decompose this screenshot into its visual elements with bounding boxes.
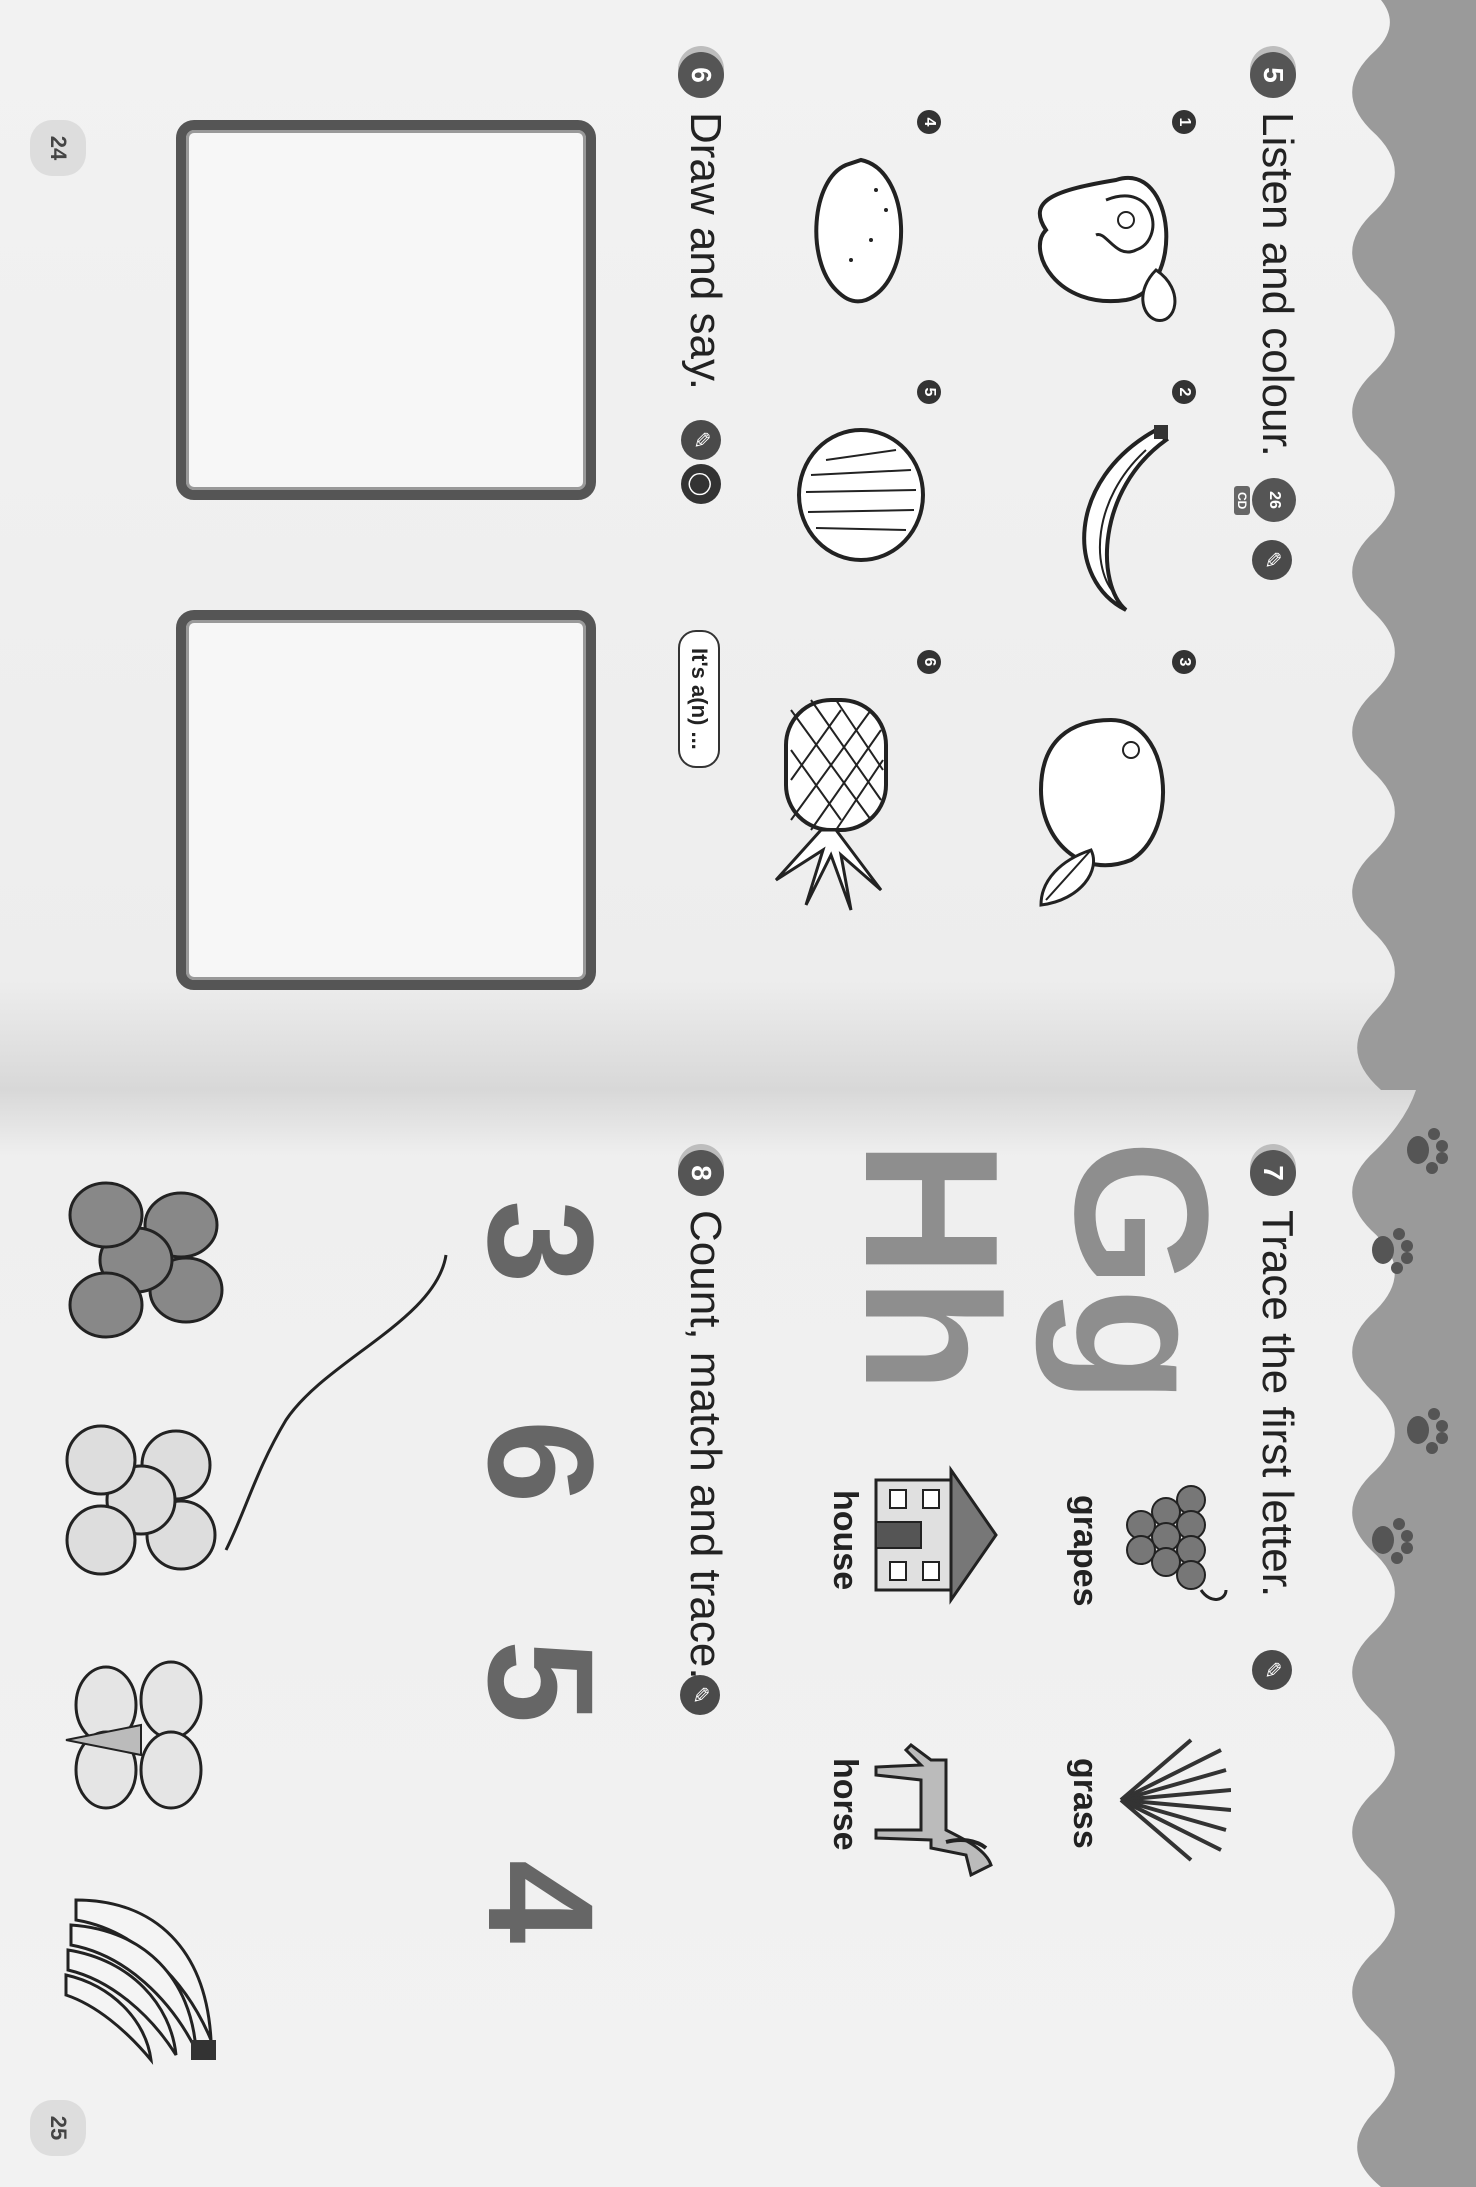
page-number-25: 25 <box>30 2100 86 2156</box>
banana-icon <box>1082 425 1170 612</box>
item-number-6: 6 <box>917 650 941 674</box>
drawing-box-2[interactable] <box>176 610 596 990</box>
speech-bubble: It's a(n) ... <box>678 630 720 768</box>
speech-icon: ◯ <box>681 464 721 504</box>
item-number-1: 1 <box>1172 110 1196 134</box>
exercise-6-number: 6 <box>678 52 724 98</box>
lemon-icon <box>814 157 904 304</box>
stage: 5 Listen and colour. 26 CD ✎ 1 2 3 4 5 6… <box>0 0 1476 2187</box>
mango-icon <box>1038 717 1166 907</box>
item-number-2: 2 <box>1172 380 1196 404</box>
workbook-spread: 5 Listen and colour. 26 CD ✎ 1 2 3 4 5 6… <box>0 0 1476 2187</box>
exercise-5-number: 5 <box>1250 52 1296 98</box>
pencil-icon: ✎ <box>1252 540 1292 580</box>
item-number-5: 5 <box>917 380 941 404</box>
bananas-group-icon <box>64 1898 216 2065</box>
cd-label: CD <box>1234 486 1250 516</box>
wave-border <box>1352 0 1476 1090</box>
pencil-icon: ✎ <box>681 420 721 460</box>
mangoes-group-icon <box>65 1660 203 1810</box>
apple-icon <box>1038 175 1177 322</box>
item-number-3: 3 <box>1172 650 1196 674</box>
coconuts-group-icon <box>68 1181 224 1339</box>
item-number-4: 4 <box>917 110 941 134</box>
drawing-box-1[interactable] <box>176 120 596 500</box>
page-number-24: 24 <box>30 120 86 176</box>
coconut-icon <box>797 428 925 562</box>
exercise-6-instruction: Draw and say. <box>681 112 730 390</box>
cd-track-icon: 26 <box>1252 478 1296 522</box>
apples-group-icon <box>65 1424 217 1576</box>
page-24: 5 Listen and colour. 26 CD ✎ 1 2 3 4 5 6… <box>0 0 1476 1090</box>
exercise-5-instruction: Listen and colour. <box>1253 112 1302 457</box>
pineapple-icon <box>774 698 888 911</box>
page-25: 7 Trace the first letter. ✎ Gg Hh grapes… <box>0 1090 1476 2187</box>
